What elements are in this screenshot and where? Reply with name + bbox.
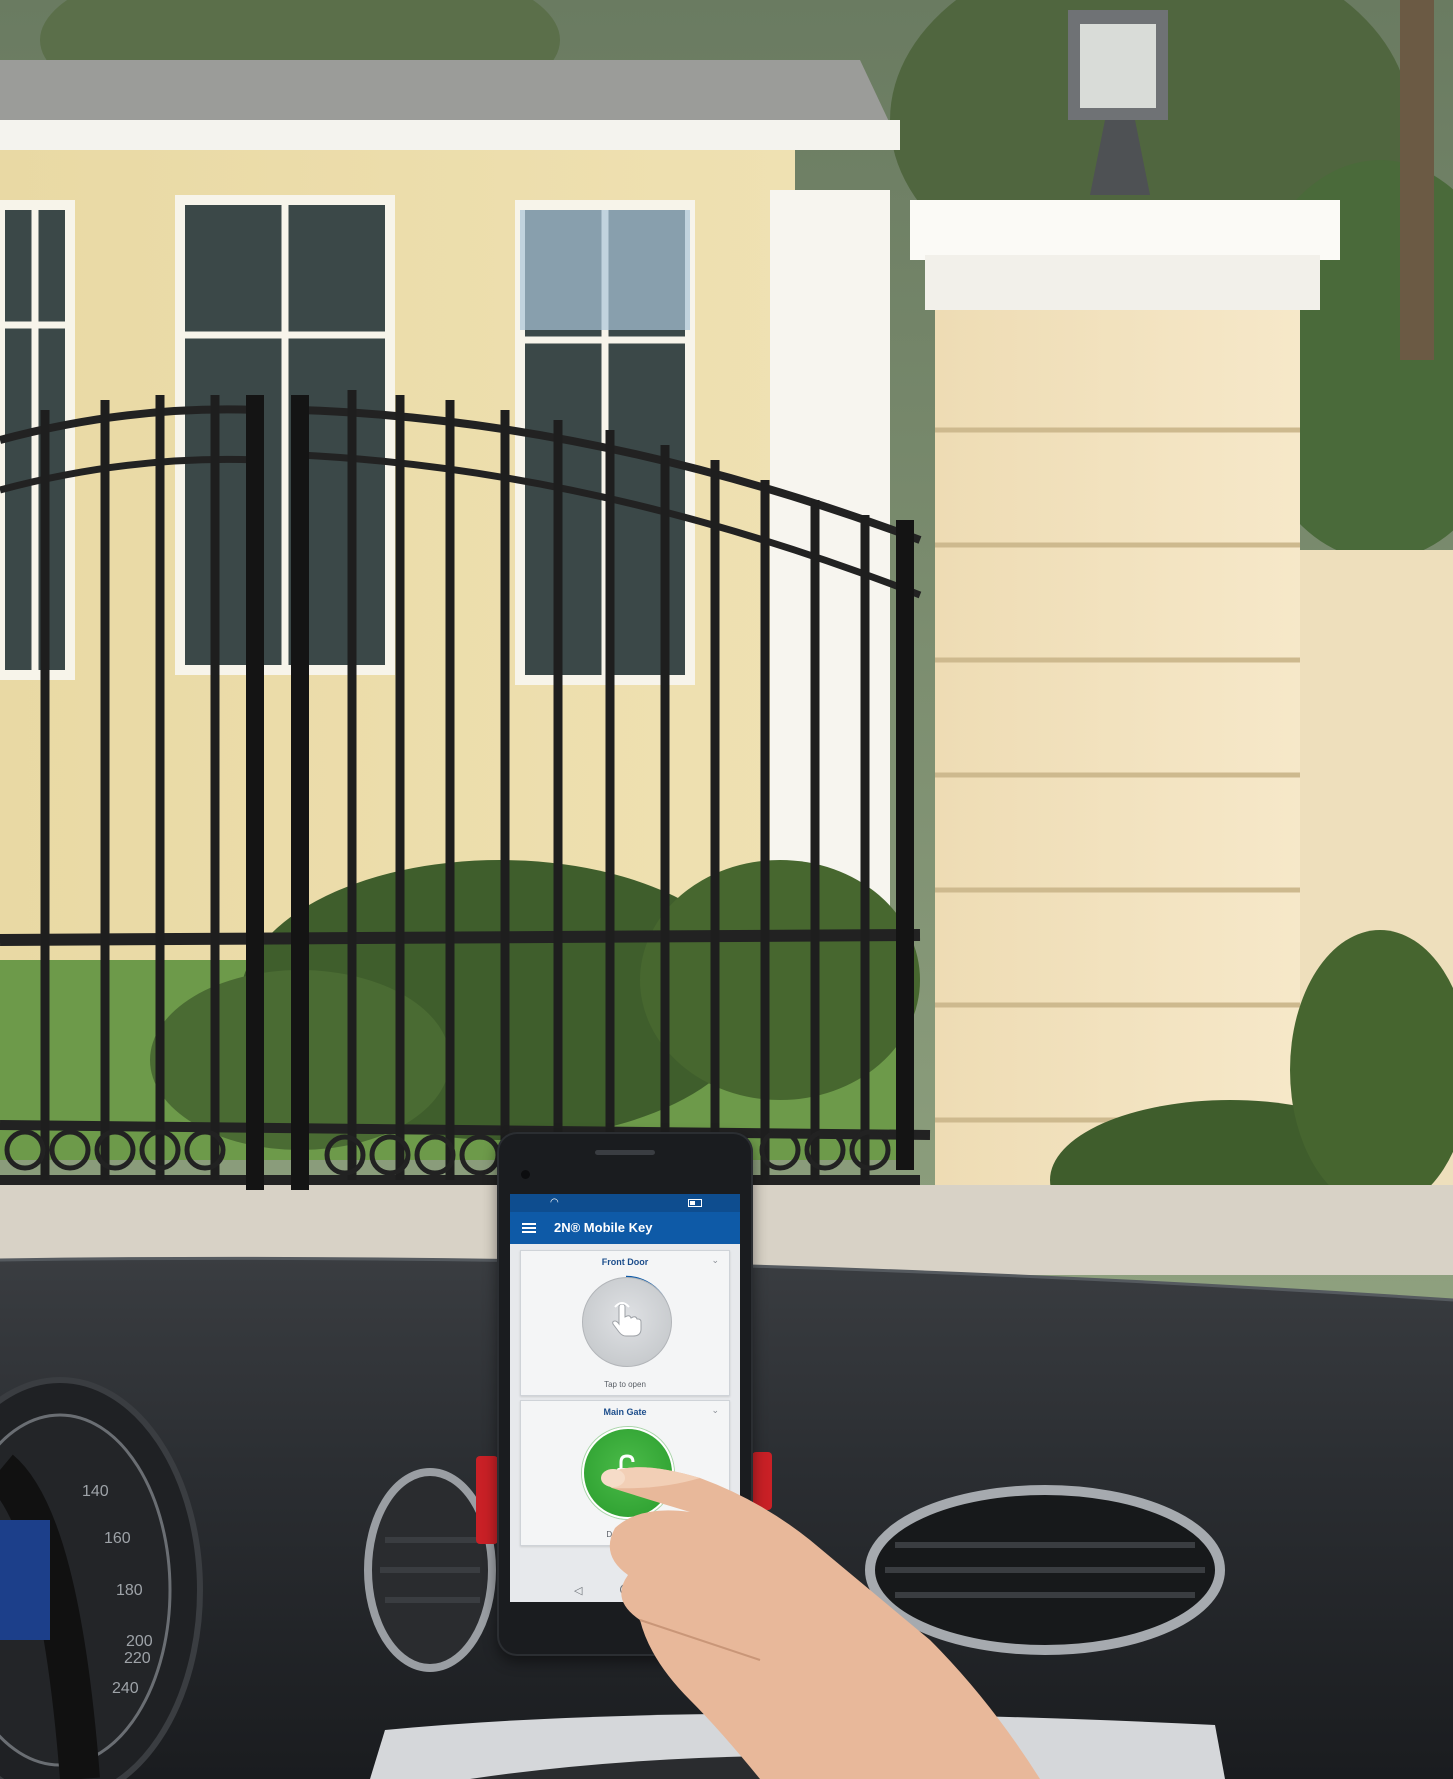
door-status: Tap to open: [604, 1380, 646, 1389]
status-bar: ◠: [510, 1194, 740, 1212]
chevron-down-icon[interactable]: ⌄: [711, 1405, 719, 1416]
unlock-icon: [617, 1454, 635, 1482]
phone-camera: [521, 1170, 530, 1179]
speedometer-tick: 140: [82, 1483, 109, 1500]
home-icon[interactable]: [620, 1584, 631, 1595]
back-icon[interactable]: ◁: [574, 1584, 582, 1597]
battery-icon: [688, 1199, 702, 1207]
photo-scene: 140 160 180 200 220 240 ◠ 2N® Mobile Key…: [0, 0, 1453, 1779]
app-bar: 2N® Mobile Key: [510, 1212, 740, 1244]
door-status: Door open: [606, 1530, 644, 1539]
chevron-down-icon[interactable]: ⌄: [711, 1255, 719, 1266]
phone-screen: ◠ 2N® Mobile Key Front Door ⌄ Tap to ope…: [510, 1194, 740, 1602]
phone-speaker: [595, 1150, 655, 1155]
android-nav-bar: ◁: [510, 1578, 740, 1602]
door-card-front-door[interactable]: Front Door ⌄ Tap to open: [520, 1250, 730, 1396]
hamburger-menu-icon[interactable]: [522, 1221, 536, 1235]
speedometer-tick: 160: [104, 1530, 131, 1547]
tap-hand-icon: [612, 1302, 642, 1337]
recent-apps-icon[interactable]: [668, 1585, 678, 1595]
phone-holder-clip-right: [752, 1452, 772, 1510]
smartphone: ◠ 2N® Mobile Key Front Door ⌄ Tap to ope…: [497, 1132, 753, 1656]
door-name: Main Gate: [603, 1407, 647, 1417]
speedometer-tick: 220: [124, 1650, 151, 1667]
door-card-main-gate[interactable]: Main Gate ⌄ Door open: [520, 1400, 730, 1546]
app-title: 2N® Mobile Key: [554, 1220, 653, 1235]
wifi-icon: ◠: [550, 1197, 559, 1208]
speedometer-tick: 200: [126, 1633, 153, 1650]
phone-holder-clip-left: [476, 1456, 498, 1544]
door-name: Front Door: [601, 1257, 649, 1267]
speedometer-tick: 180: [116, 1582, 143, 1599]
speedometer-tick: 240: [112, 1680, 139, 1697]
